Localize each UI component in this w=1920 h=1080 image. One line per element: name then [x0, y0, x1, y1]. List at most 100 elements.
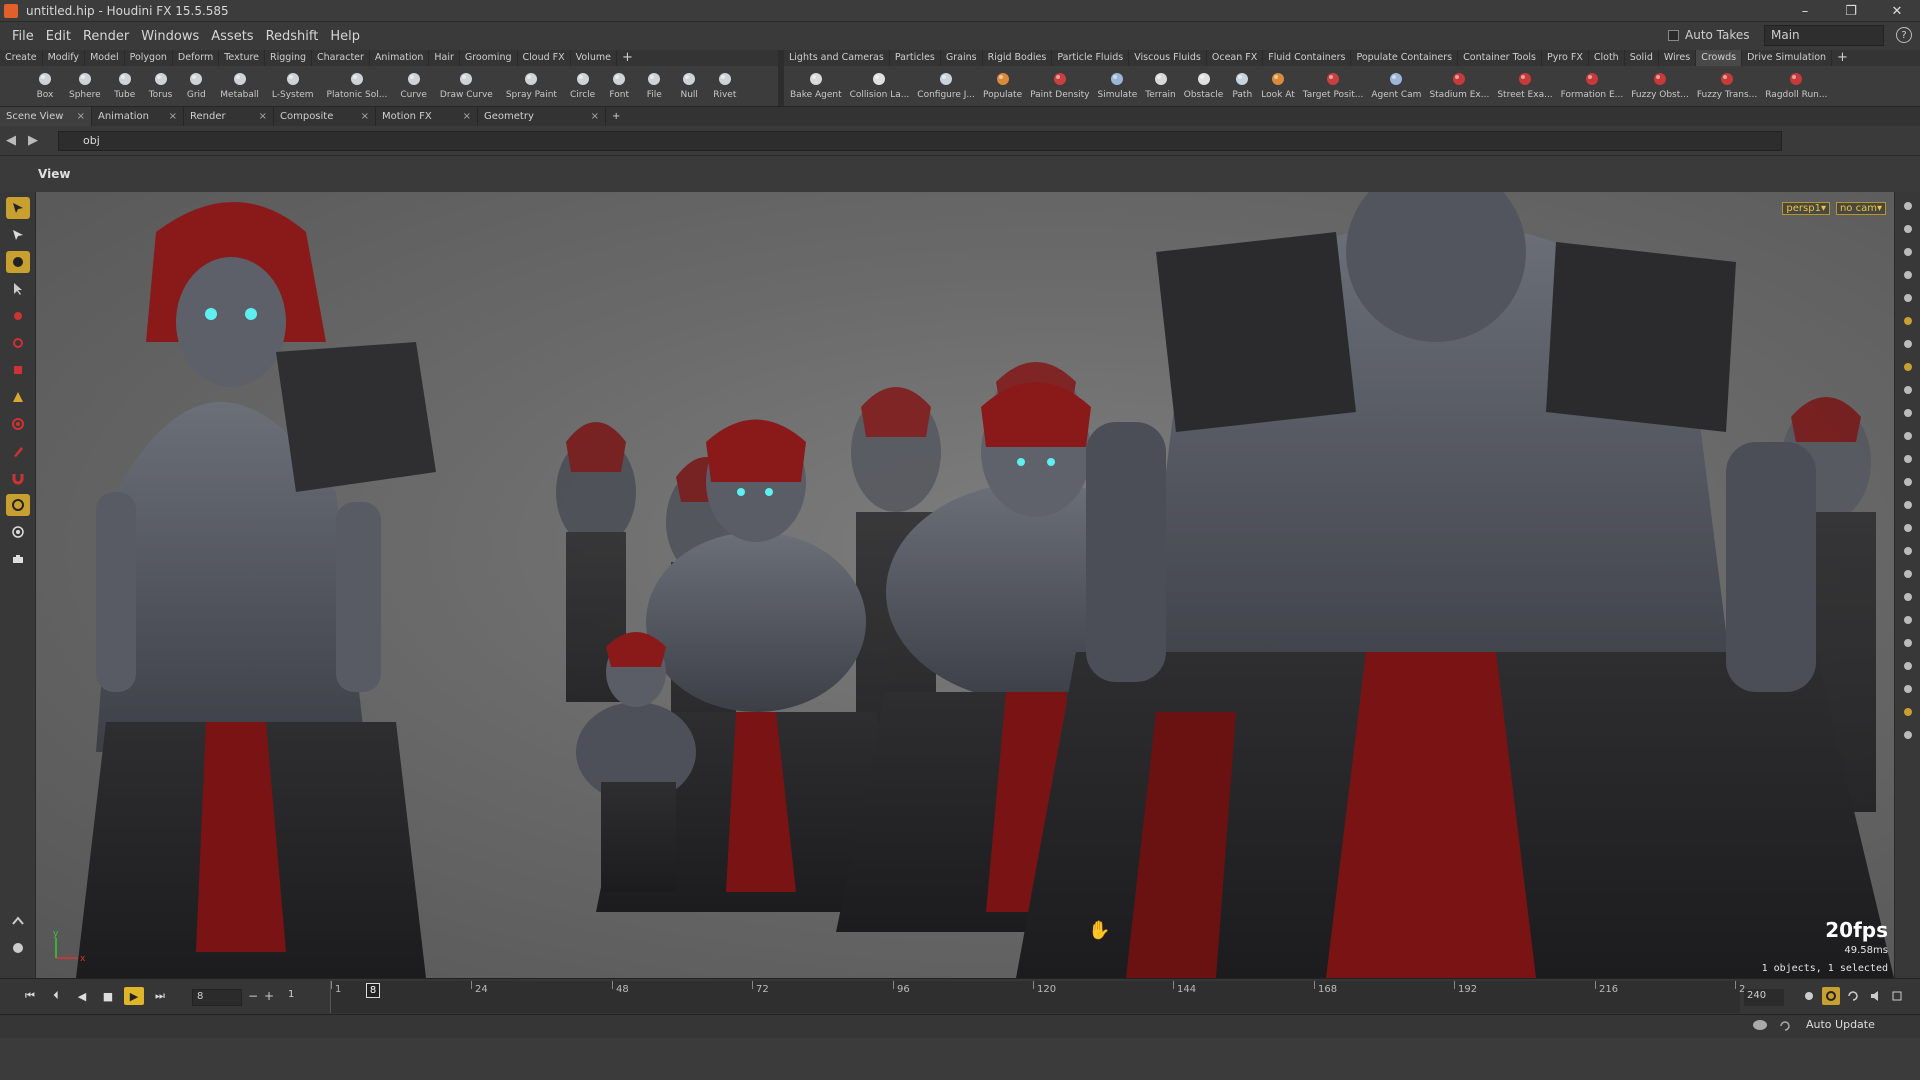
frame-decrement-button[interactable]: −: [248, 989, 258, 1003]
safe-area-icon[interactable]: [1899, 657, 1917, 675]
guides-icon[interactable]: [1899, 358, 1917, 376]
backface-icon[interactable]: [1899, 427, 1917, 445]
shelf-tool-circle[interactable]: Circle: [570, 66, 595, 106]
shelf-tool-bake-agent[interactable]: Bake Agent: [790, 66, 842, 106]
shelf-tool-terrain[interactable]: Terrain: [1145, 66, 1176, 106]
camera-persp-menu[interactable]: persp1▾: [1782, 202, 1830, 215]
audio-icon[interactable]: [1866, 987, 1884, 1005]
add-pane-tab-button[interactable]: +: [606, 107, 626, 127]
background-icon[interactable]: [1899, 680, 1917, 698]
close-tab-icon[interactable]: ×: [361, 107, 369, 127]
rotate-icon[interactable]: [6, 332, 30, 354]
shelf-tab-deform[interactable]: Deform: [173, 50, 220, 66]
step-back-icon[interactable]: ⏴: [46, 987, 66, 1005]
key-options-icon[interactable]: [1800, 987, 1818, 1005]
end-frame-field[interactable]: 240: [1744, 989, 1784, 1006]
handle-icon[interactable]: [6, 386, 30, 408]
shelf-tab-particle-fluids[interactable]: Particle Fluids: [1052, 50, 1130, 66]
shelf-tab-crowds[interactable]: Crowds: [1696, 50, 1743, 66]
auto-takes-checkbox[interactable]: [1668, 29, 1679, 41]
shelf-tab-viscous-fluids[interactable]: Viscous Fluids: [1129, 50, 1207, 66]
pane-tab-geometry-spreadsheet[interactable]: Geometry Spreadsheet ×: [478, 106, 606, 142]
shelf-tool-fuzzy-obst[interactable]: Fuzzy Obst...: [1631, 66, 1689, 106]
normals-icon[interactable]: [1899, 381, 1917, 399]
shelf-tool-platonic-sol[interactable]: Platonic Sol...: [327, 66, 387, 106]
jump-end-icon[interactable]: ⏭: [150, 987, 170, 1005]
shelf-tab-populate-containers[interactable]: Populate Containers: [1351, 50, 1459, 66]
frame-increment-button[interactable]: +: [264, 989, 274, 1003]
network-path-field[interactable]: obj: [58, 131, 1782, 151]
shelf-tool-look-at[interactable]: Look At: [1261, 66, 1295, 106]
shelf-tool-simulate[interactable]: Simulate: [1098, 66, 1137, 106]
menu-windows[interactable]: Windows: [135, 29, 205, 44]
select-tool-icon[interactable]: [6, 197, 30, 219]
shelf-tool-populate[interactable]: Populate: [983, 66, 1022, 106]
shelf-tab-particles[interactable]: Particles: [890, 50, 941, 66]
shelf-tool-sphere[interactable]: Sphere: [69, 66, 101, 106]
shelf-tool-path[interactable]: Path: [1231, 66, 1253, 106]
chat-icon[interactable]: [1752, 1019, 1768, 1036]
camera-select-menu[interactable]: no cam▾: [1835, 202, 1886, 215]
shelf-tool-fuzzy-trans[interactable]: Fuzzy Trans...: [1697, 66, 1757, 106]
flipbook-icon[interactable]: [1899, 588, 1917, 606]
view-tool-icon[interactable]: [6, 494, 30, 516]
orbit-icon[interactable]: [6, 521, 30, 543]
select-mode-icon[interactable]: [6, 224, 30, 246]
pane-tab-composite-view[interactable]: Composite View ×: [274, 106, 376, 142]
shelf-tool-l-system[interactable]: L-System: [272, 66, 314, 106]
playhead[interactable]: 8: [366, 983, 380, 998]
shelf-tab-fluid-containers[interactable]: Fluid Containers: [1263, 50, 1352, 66]
take-dropdown[interactable]: Main: [1764, 25, 1884, 46]
shelf-tool-paint-density[interactable]: Paint Density: [1030, 66, 1090, 106]
shelf-tool-configure-j[interactable]: Configure J...: [917, 66, 975, 106]
labels-icon[interactable]: [1899, 611, 1917, 629]
restore-button[interactable]: ❐: [1828, 0, 1874, 22]
move-tool-icon[interactable]: [6, 251, 30, 273]
menu-render[interactable]: Render: [77, 29, 135, 44]
shelf-tool-stadium-ex[interactable]: Stadium Ex...: [1429, 66, 1489, 106]
loop-icon[interactable]: [1844, 987, 1862, 1005]
shelf-tab-create[interactable]: Create: [0, 50, 43, 66]
shelf-tab-cloth[interactable]: Cloth: [1589, 50, 1625, 66]
shelf-tab-modify[interactable]: Modify: [43, 50, 86, 66]
auto-takes-toggle[interactable]: Auto Takes: [1668, 28, 1750, 42]
shelf-tab-add[interactable]: +: [1832, 50, 1853, 66]
start-frame-value[interactable]: 1: [288, 989, 294, 1000]
play-reverse-icon[interactable]: ◀: [72, 987, 92, 1005]
shelf-tab-container-tools[interactable]: Container Tools: [1458, 50, 1542, 66]
shelf-tool-collision-la[interactable]: Collision La...: [850, 66, 909, 106]
shelf-tool-agent-cam[interactable]: Agent Cam: [1371, 66, 1421, 106]
shelf-tool-grid[interactable]: Grid: [185, 66, 207, 106]
refresh-icon[interactable]: [1778, 1019, 1792, 1036]
minimize-button[interactable]: –: [1782, 0, 1828, 22]
auto-update-mode[interactable]: Auto Update: [1806, 1018, 1875, 1031]
shelf-tab-rigid-bodies[interactable]: Rigid Bodies: [983, 50, 1053, 66]
shelf-tab-ocean-fx[interactable]: Ocean FX: [1207, 50, 1264, 66]
light-icon[interactable]: [1899, 289, 1917, 307]
pane-tab-scene-view[interactable]: Scene View ×: [0, 106, 92, 127]
shelf-tab-solid[interactable]: Solid: [1625, 50, 1659, 66]
brush-icon[interactable]: [6, 440, 30, 462]
shelf-tab-lights-and-cameras[interactable]: Lights and Cameras: [784, 50, 890, 66]
snapshot-icon[interactable]: [1899, 565, 1917, 583]
grid-icon[interactable]: [1899, 634, 1917, 652]
menu-help[interactable]: Help: [324, 29, 366, 44]
stop-icon[interactable]: ■: [98, 987, 118, 1005]
translate-icon[interactable]: [6, 305, 30, 327]
back-arrow-icon[interactable]: ◀: [0, 133, 22, 148]
close-tab-icon[interactable]: ×: [77, 107, 85, 127]
shelf-tab-hair[interactable]: Hair: [429, 50, 460, 66]
scene-viewport[interactable]: persp1▾ no cam▾ ✋ 20fps 49.58ms 1 object…: [36, 192, 1894, 978]
magnet-icon[interactable]: [6, 467, 30, 489]
menu-assets[interactable]: Assets: [205, 29, 259, 44]
forward-arrow-icon[interactable]: ▶: [22, 133, 44, 148]
shelf-tool-rivet[interactable]: Rivet: [713, 66, 736, 106]
help-icon[interactable]: ?: [1896, 27, 1912, 43]
close-tab-icon[interactable]: ×: [169, 107, 177, 127]
shading-icon[interactable]: [1899, 266, 1917, 284]
pointer-icon[interactable]: [6, 278, 30, 300]
shelf-tab-rigging[interactable]: Rigging: [265, 50, 313, 66]
shelf-tool-obstacle[interactable]: Obstacle: [1184, 66, 1223, 106]
vectors-icon[interactable]: [1899, 404, 1917, 422]
shelf-tool-box[interactable]: Box: [34, 66, 56, 106]
